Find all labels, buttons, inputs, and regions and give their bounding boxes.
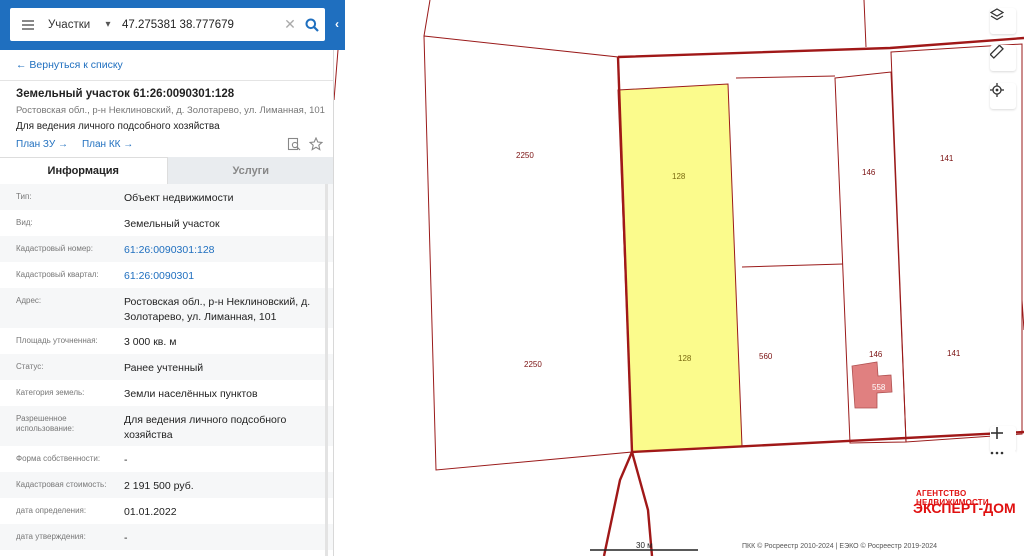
search-header: Участки ▾ 47.275381 38.777679 ✕ ‹ [0,0,345,50]
chevron-left-icon[interactable]: ‹ [335,17,339,31]
map-attribution: ПКК © Росреестр 2010-2024 | ЕЭКО © Росре… [742,543,938,550]
locate-button[interactable] [990,83,1016,109]
row-value: 01.01.2022 [124,506,177,518]
app: 2250 2250 128 128 146 146 141 141 560 55… [0,0,1024,556]
parcel-label: 558 [872,383,886,392]
info-row: Форма собственности: - [0,446,333,472]
parcel-label: 146 [869,350,883,359]
parcel-label: 2250 [516,151,534,160]
row-value: Ранее учтенный [124,362,204,374]
object-actions [287,136,324,151]
scale-label: 30 м [636,541,653,550]
parcel-label: 2250 [524,360,542,369]
row-label: дата определения: [16,506,87,515]
plan-zu-link[interactable]: План ЗУ → [16,139,68,150]
close-icon[interactable]: ✕ [281,16,299,33]
info-row: дата утверждения: - [0,524,333,550]
object-address: Ростовская обл., р-н Неклиновский, д. Зо… [16,105,325,116]
search-icon [305,18,319,32]
info-panel: ← Вернуться к списку Земельный участок 6… [0,0,334,556]
menu-button[interactable] [10,8,46,41]
layer-select[interactable]: Участки [48,19,98,31]
search-input[interactable]: 47.275381 38.777679 [118,19,281,31]
zoom-in-button[interactable] [990,426,1016,452]
back-to-list-link[interactable]: ← Вернуться к списку [16,59,123,71]
row-value: Объект недвижимости [124,192,234,204]
plus-icon [991,427,1003,439]
cadastral-quarter-link[interactable]: 61:26:0090301 [124,262,326,284]
search-button[interactable] [299,8,325,41]
info-row: Кадастровый номер: 61:26:0090301:128 [0,236,333,262]
search-document-icon[interactable] [287,137,301,151]
row-value: 2 191 500 руб. [124,480,194,492]
info-row: Категория земель: Земли населённых пункт… [0,380,333,406]
crosshair-icon [990,83,1004,97]
row-value: Земельный участок [124,218,220,230]
map-canvas[interactable] [334,0,1024,556]
row-value: Земли населённых пунктов [124,388,258,400]
row-label: Тип: [16,192,32,201]
info-row: Кадастровая стоимость: 2 191 500 руб. [0,472,333,498]
layers-button[interactable] [990,8,1016,34]
row-label: Форма собственности: [16,454,101,463]
ruler-button[interactable] [990,45,1016,71]
tab-services[interactable]: Услуги [167,157,333,184]
row-label: Кадастровая стоимость: [16,480,107,489]
info-table: Тип: Объект недвижимости Вид: Земельный … [0,184,333,550]
object-usage: Для ведения личного подсобного хозяйства [16,121,220,132]
more-icon [990,451,1004,455]
ruler-icon [990,45,1004,59]
layers-icon [990,8,1004,21]
cadastral-number-link[interactable]: 61:26:0090301:128 [124,236,326,258]
row-value: - [124,532,128,544]
plan-kk-link[interactable]: План КК → [82,139,133,150]
map-view[interactable]: 2250 2250 128 128 146 146 141 141 560 55… [334,0,1024,556]
tab-information[interactable]: Информация [0,157,168,184]
selected-parcel-128 [617,83,743,453]
hamburger-icon [22,23,34,26]
row-value: Для ведения личного подсобного хозяйства [124,414,287,441]
info-row: дата определения: 01.01.2022 [0,498,333,524]
row-label: Статус: [16,362,44,371]
parcel-label: 128 [678,354,692,363]
row-value: Ростовская обл., р-н Неклиновский, д. Зо… [124,296,311,323]
divider [0,80,333,81]
row-label: Категория земель: [16,388,85,397]
info-row: Статус: Ранее учтенный [0,354,333,380]
watermark-brand: ЭКСПЕРТ-ДОМ [913,500,1016,516]
info-row: Разрешенное использование: Для ведения л… [0,406,333,446]
info-row: Тип: Объект недвижимости [0,184,333,210]
parcel-label: 128 [672,172,686,181]
parcel-2250 [423,35,633,471]
panel-scrollbar[interactable] [325,184,328,556]
row-label: Кадастровый квартал: [16,270,99,279]
parcel-label: 141 [940,154,954,163]
parcel-label: 141 [947,349,961,358]
panel-tabs: Информация Услуги [0,157,333,184]
plan-links: План ЗУ → План КК → [16,139,133,150]
row-value: - [124,454,128,466]
row-label: дата утверждения: [16,532,86,541]
chevron-down-icon[interactable]: ▾ [98,19,118,30]
info-row: Адрес: Ростовская обл., р-н Неклиновский… [0,288,333,328]
search-box: Участки ▾ 47.275381 38.777679 ✕ [10,8,325,41]
parcel-label: 146 [862,168,876,177]
info-row: Вид: Земельный участок [0,210,333,236]
row-label: Площадь уточненная: [16,336,98,345]
star-icon[interactable] [308,136,324,151]
info-row: Площадь уточненная: 3 000 кв. м [0,328,333,354]
more-button[interactable] [990,450,1016,476]
row-label: Разрешенное использование: [16,414,75,433]
row-label: Адрес: [16,296,42,305]
info-row: Кадастровый квартал: 61:26:0090301 [0,262,333,288]
row-value: 3 000 кв. м [124,336,177,348]
row-label: Кадастровый номер: [16,244,93,253]
parcel-label: 560 [759,352,773,361]
object-title: Земельный участок 61:26:0090301:128 [16,88,235,100]
row-label: Вид: [16,218,33,227]
